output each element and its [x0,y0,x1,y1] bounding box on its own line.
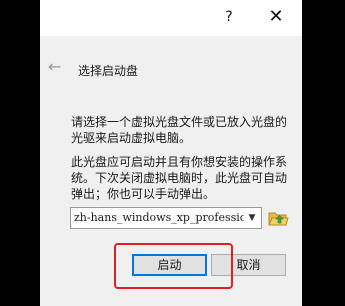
back-arrow-icon: ← [48,57,62,76]
start-button[interactable]: 启动 [132,254,207,276]
cancel-button[interactable]: 取消 [211,254,286,276]
instruction-text: 请选择一个虚拟光盘文件或已放入光盘的光驱来启动虚拟电脑。 [71,115,288,145]
boot-disk-select-value: zh-hans_windows_xp_professional [74,211,244,224]
wizard-header: ← 选择启动盘 [40,36,302,108]
boot-disk-select[interactable]: zh-hans_windows_xp_professional ▼ [70,207,262,229]
folder-open-icon[interactable] [267,208,289,228]
chevron-down-icon[interactable]: ▼ [245,211,259,225]
help-button[interactable]: ? [214,0,244,36]
page-title: 选择启动盘 [78,64,139,78]
info-text: 此光盘应可启动并且有你想安装的操作系统。下次关闭虚拟电脑时，此光盘可自动弹出；你… [71,155,288,201]
dialog-titlebar: ? ✕ [40,0,302,36]
select-boot-disk-dialog: ? ✕ ← 选择启动盘 请选择一个虚拟光盘文件或已放入光盘的光驱来启动虚拟电脑。… [40,0,302,306]
close-button[interactable]: ✕ [258,0,294,36]
